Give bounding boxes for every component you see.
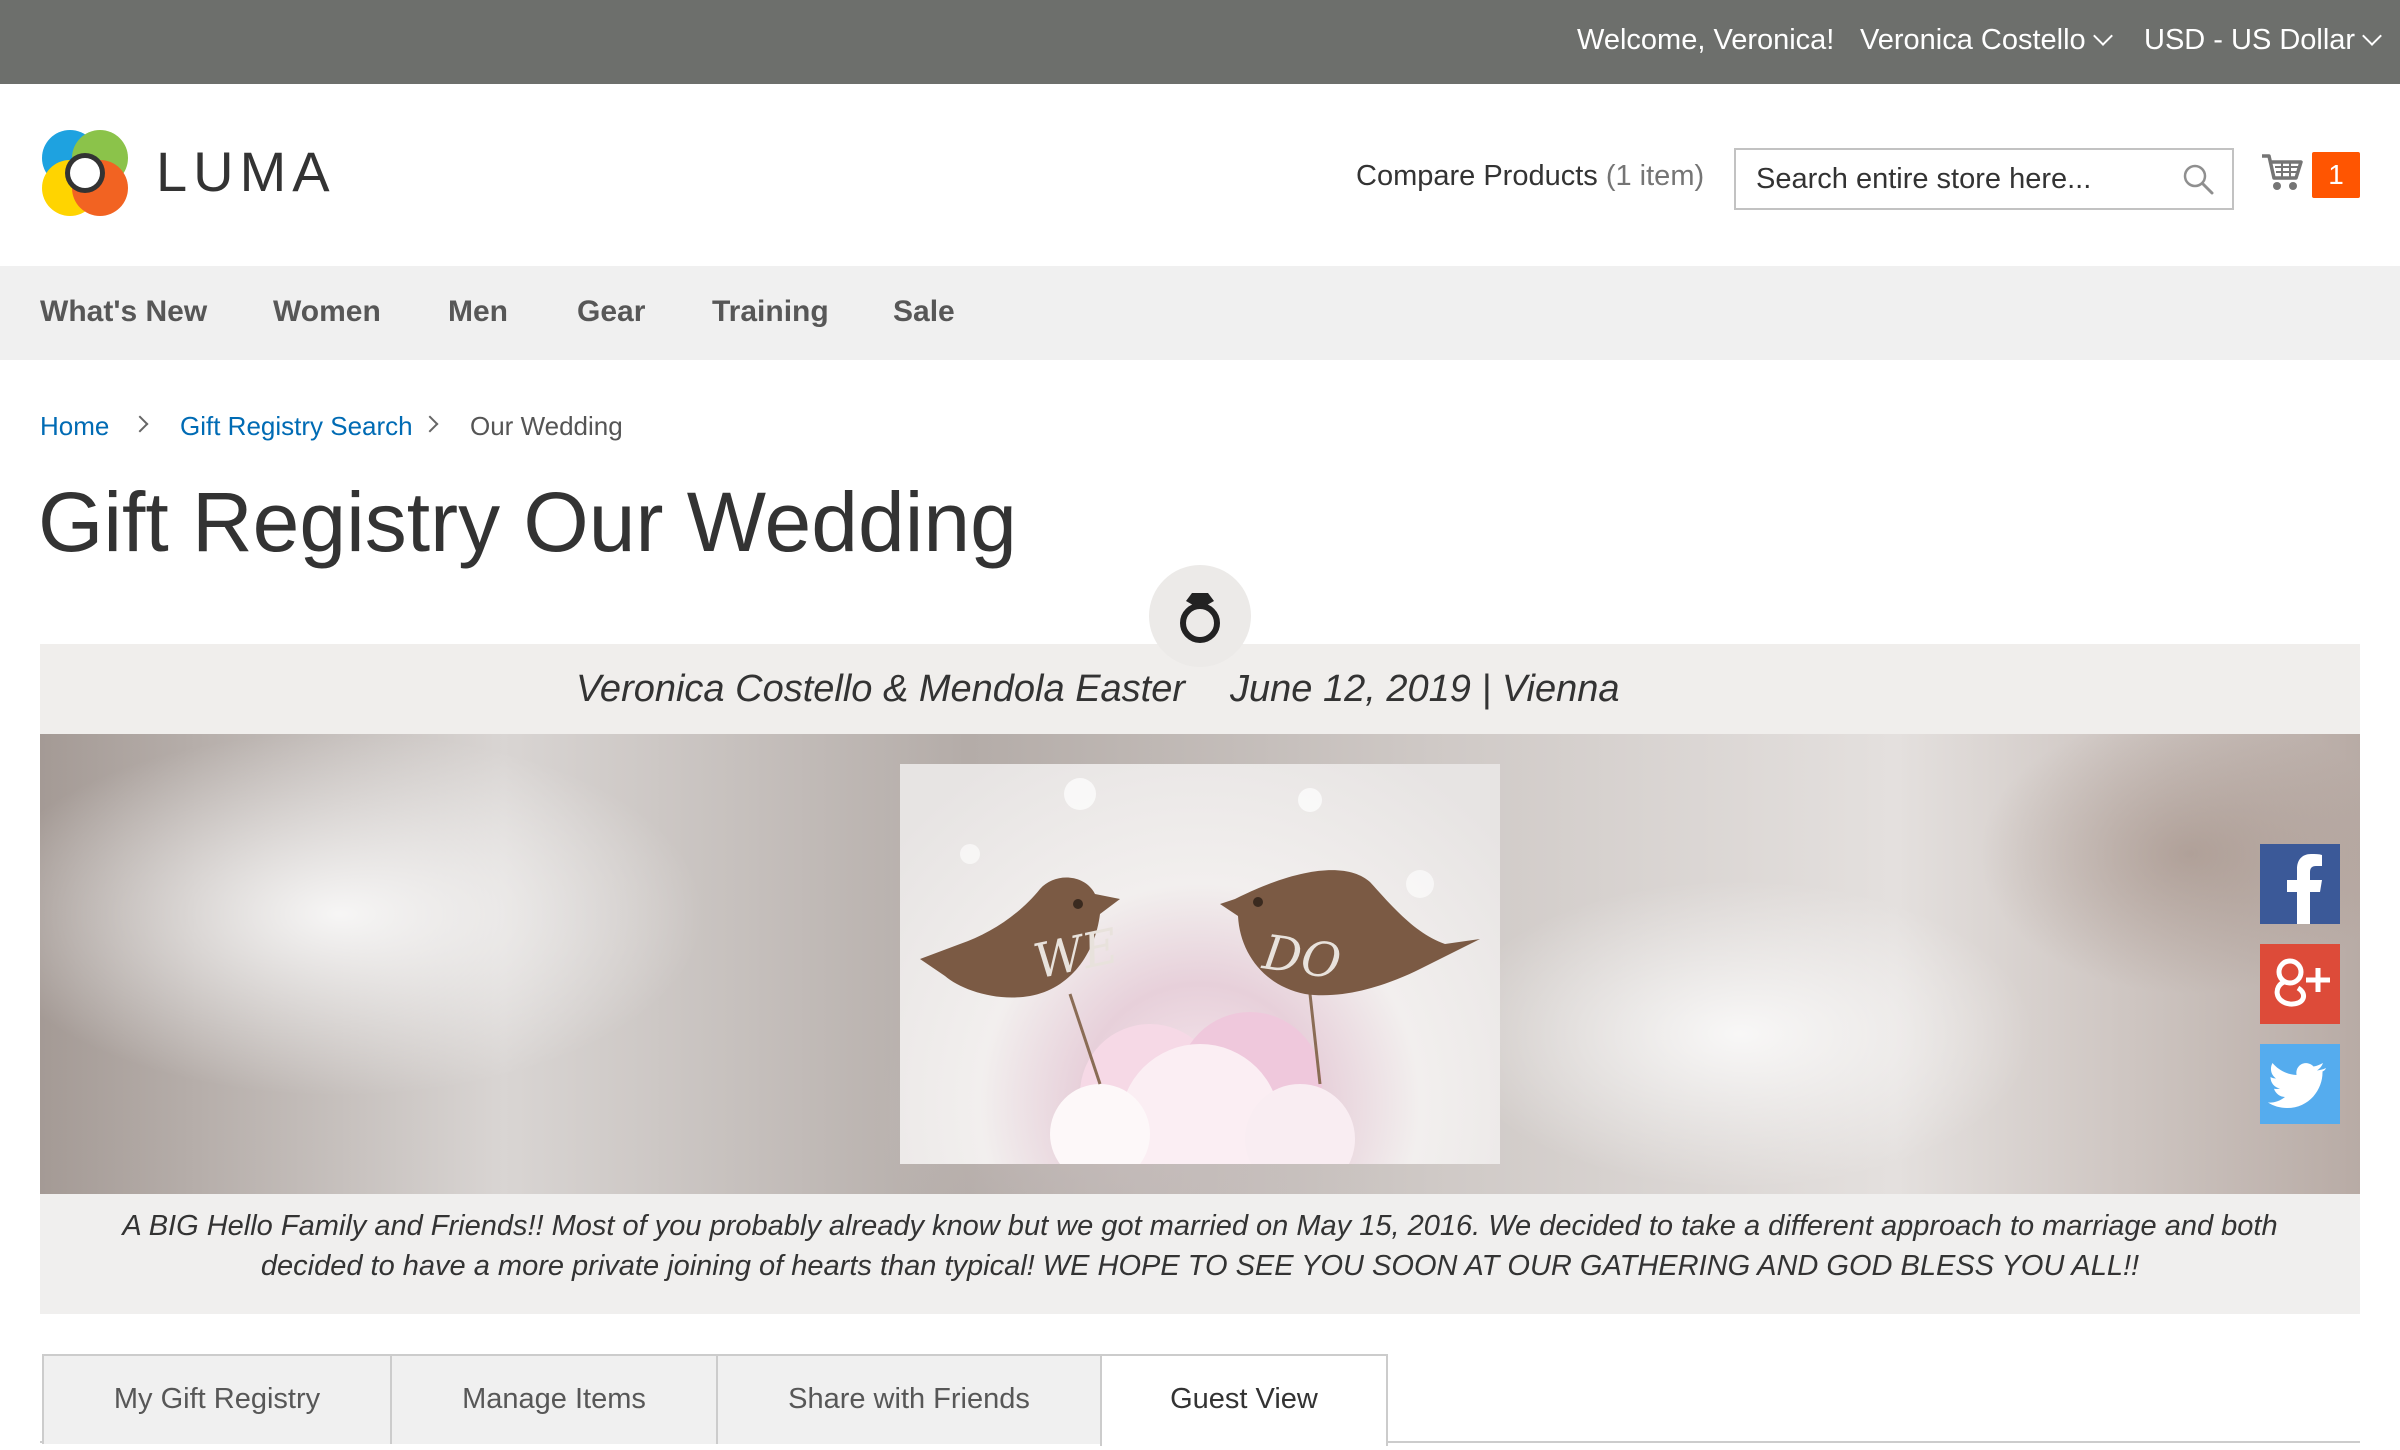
registrant-names: Veronica Costello & Mendola Easter bbox=[576, 668, 1186, 710]
facebook-icon bbox=[2260, 844, 2340, 924]
currency-switcher[interactable]: USD - US Dollar bbox=[2144, 20, 2382, 60]
account-name: Veronica Costello bbox=[1860, 24, 2086, 56]
cart-icon[interactable] bbox=[2260, 150, 2304, 194]
luma-logo-icon[interactable] bbox=[40, 128, 130, 218]
tab-guest-view[interactable]: Guest View bbox=[1100, 1354, 1388, 1446]
logo-text[interactable]: LUMA bbox=[156, 140, 336, 204]
nav-item-women[interactable]: Women bbox=[273, 292, 381, 332]
googleplus-share-button[interactable] bbox=[2260, 944, 2340, 1024]
breadcrumb-current: Our Wedding bbox=[470, 411, 623, 441]
search-box bbox=[1734, 148, 2234, 210]
cart-count-badge[interactable]: 1 bbox=[2312, 152, 2360, 198]
currency-label: USD - US Dollar bbox=[2144, 24, 2356, 56]
twitter-icon bbox=[2260, 1044, 2340, 1124]
page-title: Gift Registry Our Wedding bbox=[38, 475, 1017, 569]
compare-products-link[interactable]: Compare Products (1 item) bbox=[1356, 156, 1704, 196]
breadcrumb-home[interactable]: Home bbox=[40, 408, 109, 444]
chevron-right-icon bbox=[131, 415, 149, 433]
chevron-down-icon bbox=[2362, 26, 2382, 46]
chevron-down-icon bbox=[2092, 26, 2113, 46]
facebook-share-button[interactable] bbox=[2260, 844, 2340, 924]
nav-item-whats-new[interactable]: What's New bbox=[40, 292, 207, 332]
googleplus-icon bbox=[2260, 944, 2340, 1024]
tab-my-gift-registry[interactable]: My Gift Registry bbox=[42, 1354, 392, 1444]
search-icon[interactable] bbox=[2182, 163, 2214, 195]
search-input[interactable] bbox=[1736, 150, 2176, 208]
tab-manage-items[interactable]: Manage Items bbox=[390, 1354, 718, 1444]
main-navigation: What's New Women Men Gear Training Sale bbox=[0, 266, 2400, 360]
tab-share-with-friends[interactable]: Share with Friends bbox=[716, 1354, 1102, 1444]
breadcrumb-gift-registry-search[interactable]: Gift Registry Search bbox=[180, 408, 413, 444]
compare-count: (1 item) bbox=[1605, 160, 1705, 192]
event-date-location: June 12, 2019 | Vienna bbox=[1230, 668, 1620, 710]
nav-item-training[interactable]: Training bbox=[712, 292, 829, 332]
chevron-right-icon bbox=[421, 415, 439, 433]
nav-item-gear[interactable]: Gear bbox=[577, 292, 645, 332]
twitter-share-button[interactable] bbox=[2260, 1044, 2340, 1124]
registry-message: A BIG Hello Family and Friends!! Most of… bbox=[122, 1210, 2278, 1282]
registry-photo: WE DO bbox=[900, 764, 1500, 1164]
compare-label: Compare Products bbox=[1356, 160, 1598, 192]
welcome-message: Welcome, Veronica! bbox=[1577, 24, 1835, 56]
nav-item-sale[interactable]: Sale bbox=[893, 292, 955, 332]
bird-right-text: DO bbox=[1258, 924, 1344, 990]
account-menu[interactable]: Veronica Costello bbox=[1860, 20, 2113, 60]
nav-item-men[interactable]: Men bbox=[448, 292, 508, 332]
top-bar: Welcome, Veronica! Veronica Costello USD… bbox=[0, 0, 2400, 84]
ring-icon bbox=[1149, 565, 1251, 667]
registry-banner: Veronica Costello & Mendola Easter June … bbox=[40, 644, 2360, 1314]
